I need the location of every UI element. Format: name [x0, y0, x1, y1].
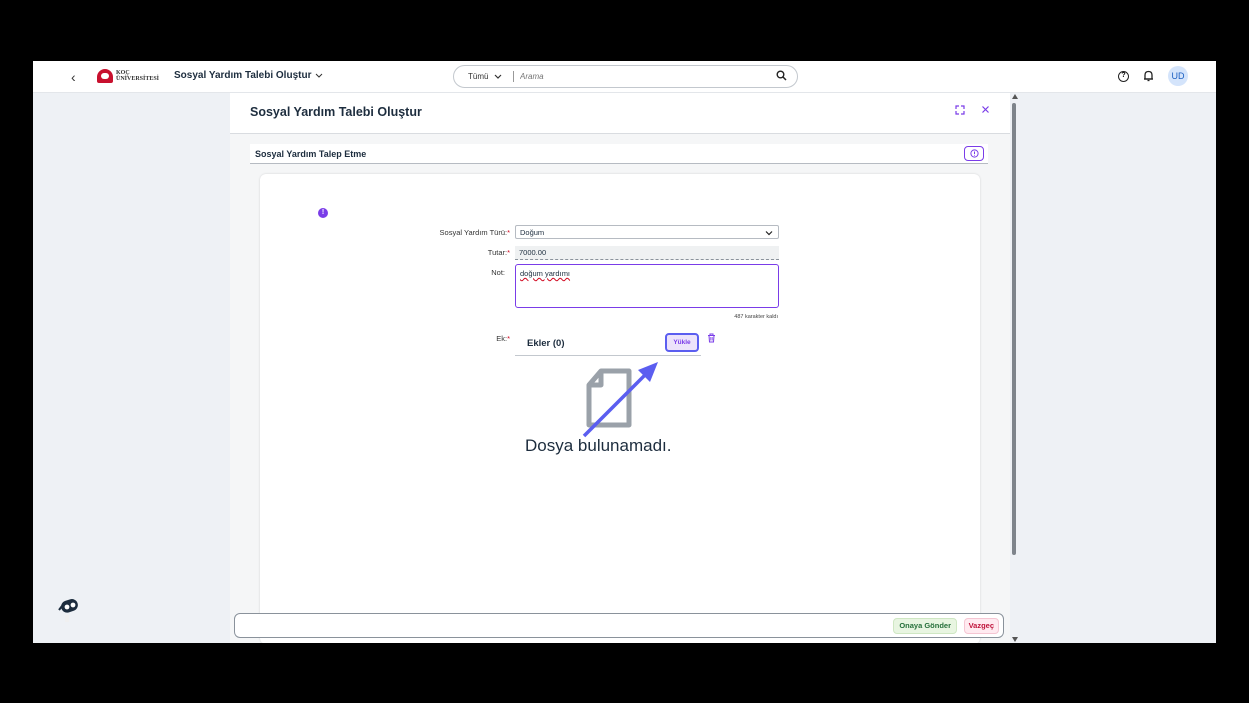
search-scope-select[interactable]: Tümü	[454, 71, 514, 82]
required-mark: *	[507, 228, 510, 237]
note-value: doğum yardımı	[520, 269, 571, 278]
type-label: Sosyal Yardım Türü:*	[370, 228, 510, 237]
search-icon[interactable]	[776, 70, 787, 81]
shell-actions: ? UD	[1118, 66, 1188, 86]
info-button[interactable]	[964, 146, 984, 161]
type-select[interactable]: Doğum	[515, 225, 779, 239]
bell-icon[interactable]	[1143, 70, 1154, 82]
type-select-value: Doğum	[520, 228, 545, 237]
app-screen: ‹ KOÇ ÜNİVERSİTESİ Sosyal Yardım Talebi …	[33, 61, 1216, 643]
dialog-header: Sosyal Yardım Talebi Oluştur	[230, 93, 1010, 134]
app-title-menu[interactable]: Sosyal Yardım Talebi Oluştur	[174, 70, 323, 81]
shell-bar: ‹ KOÇ ÜNİVERSİTESİ Sosyal Yardım Talebi …	[33, 61, 1216, 93]
submit-label: Onaya Gönder	[899, 621, 951, 630]
note-textarea[interactable]: doğum yardımı	[515, 264, 779, 308]
dialog-footer: Onaya Gönder Vazgeç	[234, 613, 1004, 638]
form-card: ! Sosyal Yardım Türü:* Doğum Tutar:* 700…	[260, 174, 980, 643]
dialog-header-actions	[955, 105, 990, 115]
upload-button[interactable]: Yükle	[665, 333, 699, 352]
attachment-label: Ek:*	[370, 334, 510, 343]
logo-line-2: ÜNİVERSİTESİ	[116, 76, 160, 82]
type-label-text: Sosyal Yardım Türü:	[439, 228, 508, 237]
logo-text: KOÇ ÜNİVERSİTESİ	[116, 70, 159, 82]
dialog-title: Sosyal Yardım Talebi Oluştur	[250, 105, 422, 119]
chevron-down-icon	[316, 73, 323, 78]
expand-icon[interactable]	[955, 105, 965, 115]
scrollbar[interactable]	[1010, 93, 1018, 643]
search-scope-value: Tümü	[468, 72, 489, 81]
close-icon[interactable]	[981, 105, 990, 114]
logo-mark-icon	[97, 69, 113, 83]
required-mark: *	[507, 248, 510, 257]
avatar[interactable]: UD	[1168, 66, 1188, 86]
dialog-body: Sosyal Yardım Talep Etme ! Sosyal Yardım…	[230, 134, 1010, 643]
scrollbar-thumb[interactable]	[1012, 103, 1016, 555]
create-dialog: Sosyal Yardım Talebi Oluştur Sosyal Yard…	[230, 93, 1010, 643]
required-mark: *	[507, 334, 510, 343]
search-input[interactable]	[514, 72, 764, 81]
back-button[interactable]: ‹	[71, 69, 76, 85]
scroll-up-icon[interactable]	[1012, 94, 1018, 99]
amount-label-text: Tutar:	[487, 248, 508, 257]
section-header: Sosyal Yardım Talep Etme	[250, 144, 988, 164]
info-icon[interactable]: !	[318, 208, 328, 218]
amount-label: Tutar:*	[370, 248, 510, 257]
cancel-label: Vazgeç	[968, 621, 994, 630]
amount-field: 7000.00	[515, 246, 779, 260]
submit-button[interactable]: Onaya Gönder	[893, 618, 957, 634]
chevron-down-icon	[495, 74, 502, 79]
trash-icon[interactable]	[707, 333, 716, 343]
chevron-down-icon	[765, 231, 773, 236]
help-icon[interactable]: ?	[1118, 70, 1129, 82]
cancel-button[interactable]: Vazgeç	[963, 618, 999, 634]
info-icon	[969, 149, 979, 158]
search-bar: Tümü	[453, 65, 798, 88]
attachments-toolbar: Ekler (0) Yükle	[515, 329, 701, 356]
company-logo[interactable]: KOÇ ÜNİVERSİTESİ	[97, 69, 159, 83]
section-title: Sosyal Yardım Talep Etme	[255, 149, 367, 159]
attachments-title: Ekler (0)	[527, 338, 565, 349]
app-title: Sosyal Yardım Talebi Oluştur	[174, 70, 312, 81]
note-label: Not:	[491, 268, 505, 277]
char-counter: 487 karakter kaldı	[734, 314, 778, 320]
annotation-arrow-icon	[582, 362, 658, 438]
attachment-label-text: Ek:	[496, 334, 508, 343]
assistant-icon[interactable]	[57, 597, 81, 623]
upload-label: Yükle	[673, 339, 691, 346]
scroll-down-icon[interactable]	[1012, 637, 1018, 642]
